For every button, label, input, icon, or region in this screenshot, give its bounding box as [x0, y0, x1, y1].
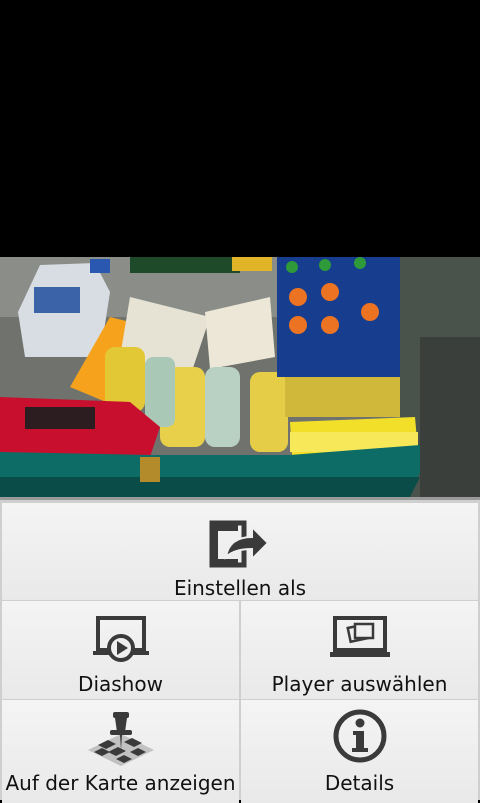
set-as-button[interactable]: Einstellen als: [2, 503, 478, 600]
photo-image: [0, 257, 480, 497]
select-player-button[interactable]: Player auswählen: [241, 601, 478, 699]
select-player-label: Player auswählen: [271, 672, 448, 696]
details-button[interactable]: Details: [241, 700, 478, 803]
details-label: Details: [324, 771, 395, 795]
info-icon: [332, 708, 388, 768]
select-player-icon: [329, 614, 391, 668]
slideshow-button[interactable]: Diashow: [2, 601, 239, 699]
map-pin-icon: [86, 708, 156, 772]
context-menu: Einstellen als Diashow Player auswählen …: [0, 497, 480, 803]
slideshow-label: Diashow: [78, 672, 163, 696]
show-on-map-label: Auf der Karte anzeigen: [5, 771, 236, 795]
slideshow-icon: [91, 614, 151, 668]
set-as-label: Einstellen als: [173, 576, 307, 600]
set-as-icon: [208, 519, 272, 573]
show-on-map-button[interactable]: Auf der Karte anzeigen: [2, 700, 239, 803]
